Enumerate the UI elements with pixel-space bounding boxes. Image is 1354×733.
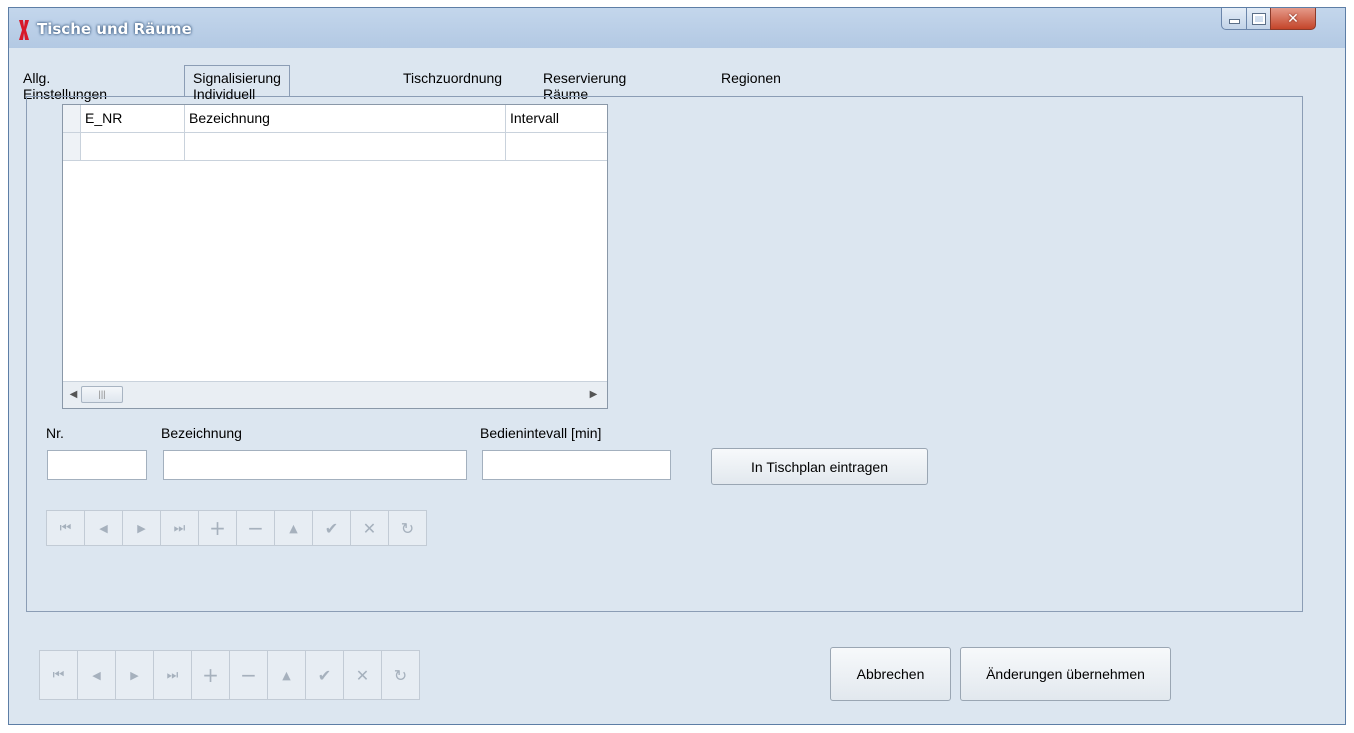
delete-icon[interactable]: − [236,510,275,546]
table-row[interactable] [63,133,607,161]
column-header-intervall[interactable]: Intervall [506,105,608,132]
inner-navigator: ⏮ ◀ ▶ ⏭ + − ▲ ✔ ✕ ↻ [46,510,427,546]
last-icon[interactable]: ⏭ [160,510,199,546]
main-window: Tische und Räume ✕ Allg. Einstellungen S… [8,7,1346,725]
post-icon[interactable]: ✔ [312,510,351,546]
tab-signalisierung-individuell[interactable]: Signalisierung Individuell [184,65,290,102]
apply-changes-button[interactable]: Änderungen übernehmen [960,647,1171,701]
tab-panel: E_NR Bezeichnung Intervall ◀ ||| ▶ Nr. B… [26,96,1303,612]
tab-regionen[interactable]: Regionen [721,70,781,86]
bezeichnung-field[interactable] [163,450,467,480]
column-header-e-nr[interactable]: E_NR [81,105,185,132]
row-indicator[interactable] [63,133,81,160]
cancel-button[interactable]: Abbrechen [830,647,951,701]
window-title: Tische und Räume [37,20,192,38]
insert-icon[interactable]: + [198,510,237,546]
next-icon[interactable]: ▶ [115,650,154,700]
close-button[interactable]: ✕ [1270,8,1316,30]
cell-bezeichnung[interactable] [185,133,506,160]
apply-changes-button-label: Änderungen übernehmen [986,666,1145,682]
insert-icon[interactable]: + [191,650,230,700]
title-bar[interactable]: Tische und Räume ✕ [9,8,1345,48]
close-icon: ✕ [1287,10,1299,27]
maximize-button[interactable] [1246,8,1271,30]
cell-e-nr[interactable] [81,133,185,160]
cancel-button-label: Abbrechen [856,666,925,682]
scroll-right-icon[interactable]: ▶ [586,387,601,402]
tab-tischzuordnung[interactable]: Tischzuordnung [403,70,502,86]
label-bedienintervall: Bedienintevall [min] [480,425,602,441]
scroll-thumb[interactable]: ||| [81,386,123,403]
edit-icon[interactable]: ▲ [274,510,313,546]
prior-icon[interactable]: ◀ [84,510,123,546]
post-icon[interactable]: ✔ [305,650,344,700]
in-tischplan-eintragen-button[interactable]: In Tischplan eintragen [711,448,928,485]
column-header-bezeichnung[interactable]: Bezeichnung [185,105,506,132]
refresh-icon[interactable]: ↻ [388,510,427,546]
grid-indicator-header [63,105,81,132]
label-nr: Nr. [46,425,64,441]
outer-navigator: ⏮ ◀ ▶ ⏭ + − ▲ ✔ ✕ ↻ [39,650,420,700]
bedienintervall-field[interactable] [482,450,671,480]
label-bezeichnung: Bezeichnung [161,425,242,441]
first-icon[interactable]: ⏮ [39,650,78,700]
minimize-icon [1228,19,1240,24]
first-icon[interactable]: ⏮ [46,510,85,546]
refresh-icon[interactable]: ↻ [381,650,420,700]
last-icon[interactable]: ⏭ [153,650,192,700]
minimize-button[interactable] [1221,8,1247,30]
in-tischplan-eintragen-label: In Tischplan eintragen [751,458,888,475]
cancel-icon[interactable]: ✕ [350,510,389,546]
prior-icon[interactable]: ◀ [77,650,116,700]
nr-field[interactable] [47,450,147,480]
data-grid[interactable]: E_NR Bezeichnung Intervall ◀ ||| ▶ [62,104,608,409]
app-logo-icon [19,20,29,40]
edit-icon[interactable]: ▲ [267,650,306,700]
client-area: Allg. Einstellungen Signalisierung Indiv… [9,48,1345,724]
delete-icon[interactable]: − [229,650,268,700]
horizontal-scrollbar[interactable]: ◀ ||| ▶ [63,381,607,408]
next-icon[interactable]: ▶ [122,510,161,546]
grid-header: E_NR Bezeichnung Intervall [63,105,607,133]
scroll-left-icon[interactable]: ◀ [66,387,81,402]
cell-intervall[interactable] [506,133,608,160]
cancel-icon[interactable]: ✕ [343,650,382,700]
maximize-icon [1251,12,1266,25]
